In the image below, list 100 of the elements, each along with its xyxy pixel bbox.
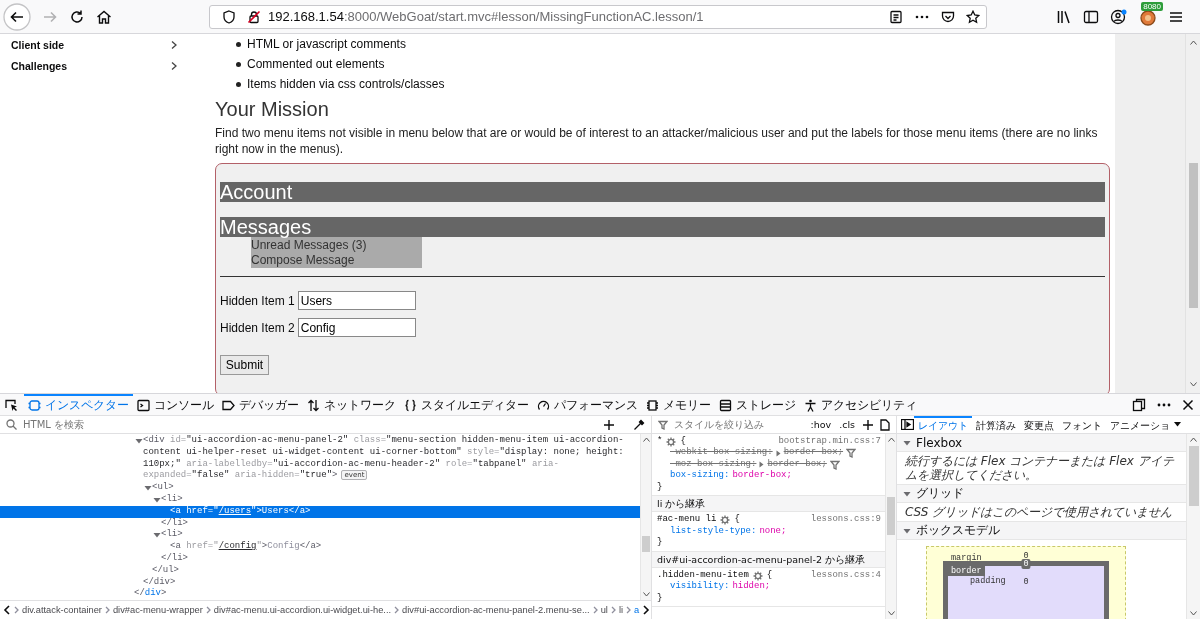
css-value[interactable]: none; <box>759 525 787 538</box>
devtools-tab[interactable]: コンソール <box>133 394 218 415</box>
twisty-icon[interactable] <box>903 438 911 447</box>
source-link[interactable]: lessons.css:4 <box>810 570 881 582</box>
section-header[interactable]: Flexbox <box>897 434 1186 452</box>
scrollbar[interactable] <box>640 434 651 600</box>
scrollbar-thumb[interactable] <box>1188 446 1199 506</box>
devtools-tab[interactable]: メモリー <box>642 394 715 415</box>
devtools-tab[interactable]: スタイルエディター <box>400 394 533 415</box>
pocket-icon[interactable] <box>941 9 955 24</box>
markup-line[interactable]: <ul> <box>152 482 628 494</box>
twisty-icon[interactable] <box>144 484 152 493</box>
sidebar-toggle-icon[interactable] <box>901 419 914 430</box>
twisty-icon[interactable] <box>153 531 161 540</box>
reader-view-icon[interactable] <box>889 9 903 24</box>
scroll-down-icon[interactable] <box>642 592 650 597</box>
text-input[interactable]: Config <box>297 318 416 337</box>
scrollbar[interactable] <box>1186 434 1200 619</box>
twisty-icon[interactable] <box>135 436 143 445</box>
sidebar-tab[interactable]: アニメーショ <box>1106 415 1174 434</box>
scrollbar[interactable] <box>885 434 896 619</box>
twisty-icon[interactable] <box>903 489 911 498</box>
css-property[interactable]: -webkit-box-sizing: <box>670 447 773 459</box>
expand-icon[interactable] <box>759 461 765 468</box>
breadcrumb[interactable]: div#ui-accordion-ac-menu-panel-2.menu-se... <box>402 605 590 615</box>
devtools-tab[interactable]: アクセシビリティ <box>800 394 921 415</box>
breadcrumb[interactable]: a <box>634 605 640 615</box>
breadcrumb[interactable]: ul <box>600 605 608 615</box>
library-icon[interactable] <box>1056 8 1072 25</box>
star-icon[interactable] <box>966 9 980 24</box>
markup-line[interactable]: </div> <box>143 576 628 589</box>
markup-line[interactable]: <a href="/config">Config</a> <box>170 541 628 553</box>
pseudo-class-toggle[interactable]: :hov <box>809 419 833 430</box>
close-icon[interactable] <box>1182 398 1194 411</box>
sidebar-tab[interactable]: フォント <box>1058 415 1106 434</box>
eyedropper-icon[interactable] <box>633 418 645 431</box>
back-icon[interactable] <box>3 2 31 31</box>
markup-line[interactable]: <a href="/users">Users</a> <box>170 505 628 518</box>
gear-icon[interactable] <box>666 436 677 447</box>
markup-line[interactable]: <li> <box>161 529 628 542</box>
css-value[interactable]: border-box; <box>767 458 827 471</box>
section-header[interactable]: グリッド <box>897 485 1186 503</box>
sidebar-tab[interactable]: 変更点 <box>1020 415 1058 434</box>
scroll-down-icon[interactable] <box>1190 611 1197 616</box>
markup-line[interactable]: </li> <box>161 517 628 530</box>
expand-icon[interactable] <box>775 449 781 457</box>
devtools-tab[interactable]: デバッガー <box>218 394 303 415</box>
scrollbar-thumb[interactable] <box>642 536 650 552</box>
scrollbar-thumb[interactable] <box>887 497 895 535</box>
url-field[interactable]: 192.168.1.54:8000/WebGoat/start.mvc#lesson/MissingFunctionAC.lesson/1 <box>209 4 987 29</box>
styles-filter-field[interactable]: スタイルを絞り込み <box>674 419 804 430</box>
filter-icon[interactable] <box>846 448 857 459</box>
text-input[interactable]: Users <box>297 291 416 310</box>
css-value[interactable]: border-box; <box>783 447 844 459</box>
scrollbar[interactable] <box>1185 34 1200 393</box>
class-toggle[interactable]: .cls <box>838 419 856 430</box>
section-header[interactable]: ボックスモデル <box>897 522 1186 540</box>
shield-icon[interactable] <box>222 9 236 24</box>
css-value[interactable]: hidden; <box>732 581 771 593</box>
sidebar-item[interactable]: Client side <box>11 38 65 51</box>
css-property[interactable]: -moz-box-sizing: <box>670 458 757 471</box>
css-property[interactable]: list-style-type: <box>670 525 757 538</box>
scroll-up-icon[interactable] <box>1190 437 1197 442</box>
markup-line[interactable]: </ul> <box>152 564 628 577</box>
sidebar-tab[interactable]: 計算済み <box>972 415 1020 434</box>
css-property[interactable]: visibility: <box>670 581 730 593</box>
source-link[interactable]: lessons.css:9 <box>810 514 881 526</box>
scroll-up-icon[interactable] <box>887 437 895 442</box>
gear-icon[interactable] <box>752 570 763 581</box>
markup-line[interactable]: </li> <box>161 552 628 565</box>
html-search-field[interactable]: HTML を検索 <box>23 419 597 430</box>
breadcrumb[interactable]: div#ac-menu.ui-accordion.ui-widget.ui-he... <box>213 605 392 615</box>
submenu-item[interactable]: Unread Messages (3) <box>251 238 367 252</box>
devtools-tab[interactable]: パフォーマンス <box>533 394 642 415</box>
document-icon[interactable] <box>880 418 890 431</box>
accordion-header[interactable]: Account <box>220 182 1105 202</box>
plus-icon[interactable] <box>862 418 874 431</box>
devtools-tab[interactable]: インスペクター <box>24 394 133 415</box>
devtools-tab[interactable]: ストレージ <box>715 394 800 415</box>
breadcrumb[interactable]: li <box>618 605 624 615</box>
reload-icon[interactable] <box>69 8 85 25</box>
account-icon[interactable] <box>1110 7 1128 26</box>
source-link[interactable]: bootstrap.min.css:7 <box>778 436 881 448</box>
gear-icon[interactable] <box>720 515 731 526</box>
scroll-right-icon[interactable] <box>642 605 651 615</box>
submenu-item[interactable]: Compose Message <box>251 253 355 267</box>
plus-icon[interactable] <box>603 418 615 431</box>
dropdown-icon[interactable] <box>1174 422 1181 427</box>
css-property[interactable]: box-sizing: <box>670 470 730 482</box>
submit-button[interactable]: Submit <box>220 355 269 375</box>
markup-line[interactable]: <li> <box>161 494 628 506</box>
scroll-up-icon[interactable] <box>1189 40 1197 45</box>
dock-icon[interactable] <box>1132 397 1146 412</box>
filter-icon[interactable] <box>829 459 840 470</box>
twisty-icon[interactable] <box>153 495 161 504</box>
scroll-up-icon[interactable] <box>642 437 650 442</box>
css-value[interactable]: border-box; <box>732 470 792 482</box>
home-icon[interactable] <box>96 8 112 25</box>
scroll-down-icon[interactable] <box>1189 382 1197 387</box>
breadcrumb[interactable]: div#ac-menu-wrapper <box>112 605 203 615</box>
